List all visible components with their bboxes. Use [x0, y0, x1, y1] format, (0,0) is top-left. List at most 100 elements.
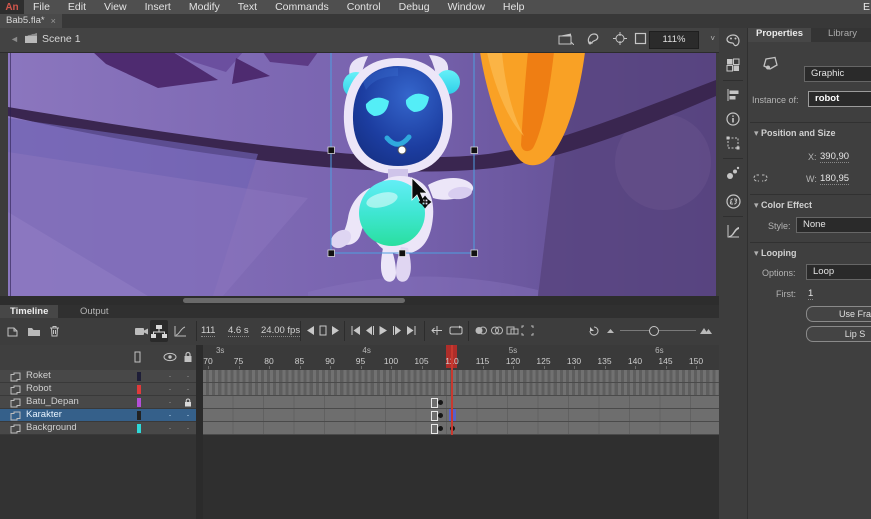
layer-frames-background[interactable] — [203, 422, 719, 435]
first-frame-value[interactable]: 1 — [808, 288, 813, 300]
layer-lock-icon[interactable] — [184, 398, 192, 407]
modify-markers-button[interactable] — [521, 325, 534, 336]
play-button[interactable] — [378, 325, 388, 336]
properties-tab-library[interactable]: Library — [820, 26, 865, 42]
layer-row-background[interactable]: Background ·· — [0, 422, 719, 435]
edit-symbols-icon[interactable] — [586, 32, 600, 45]
menu-item-view[interactable]: View — [95, 0, 136, 14]
layer-outline-color-swatch[interactable] — [137, 385, 141, 394]
transform-point[interactable] — [398, 146, 406, 154]
x-value[interactable]: 390,90 — [820, 151, 849, 163]
elapsed-time-value[interactable]: 4.6 s — [228, 325, 249, 337]
keyframe-dot[interactable] — [438, 426, 443, 431]
layer-outline-color-swatch[interactable] — [137, 411, 141, 420]
color-effect-section-header[interactable]: Color Effect — [754, 200, 812, 211]
frame-span-end-marker[interactable] — [431, 411, 438, 421]
scrollbar-thumb[interactable] — [183, 298, 405, 303]
motion-editor-panel-icon[interactable] — [726, 224, 740, 238]
keyframe-dot[interactable] — [438, 400, 443, 405]
swatches-panel-icon[interactable] — [726, 58, 740, 72]
layer-outline-color-swatch[interactable] — [137, 424, 141, 433]
menu-item-debug[interactable]: Debug — [390, 0, 439, 14]
layer-row-batu_depan[interactable]: Batu_Depan · — [0, 396, 719, 409]
layer-frames-robot[interactable] — [203, 383, 719, 396]
menu-item-file[interactable]: File — [24, 0, 59, 14]
menu-item-window[interactable]: Window — [439, 0, 494, 14]
layer-outline-color-swatch[interactable] — [137, 372, 141, 381]
current-frame-value[interactable]: 111 — [201, 325, 215, 337]
reset-timeline-zoom-button[interactable] — [588, 325, 600, 336]
looping-section-header[interactable]: Looping — [754, 248, 797, 259]
camera-button[interactable] — [134, 325, 149, 337]
playhead-line[interactable] — [451, 345, 453, 435]
align-panel-icon[interactable] — [726, 88, 740, 102]
position-size-section-header[interactable]: Position and Size — [754, 128, 836, 139]
layer-visibility-toggle[interactable]: · — [161, 396, 179, 408]
layer-parenting-button[interactable] — [150, 320, 168, 342]
layer-name[interactable]: Batu_Depan — [26, 396, 79, 408]
layer-visibility-toggle[interactable]: · — [161, 422, 179, 434]
zoom-in-timeline-icon[interactable] — [700, 325, 713, 336]
properties-tab-properties[interactable]: Properties — [748, 26, 811, 42]
cc-libraries-panel-icon[interactable] — [726, 194, 741, 209]
frame-span-end-marker[interactable] — [431, 424, 438, 434]
layer-name[interactable]: Roket — [26, 370, 51, 382]
stage-canvas[interactable] — [8, 52, 716, 296]
layer-name[interactable]: Background — [26, 422, 77, 434]
info-panel-icon[interactable] — [726, 112, 740, 126]
step-back-button[interactable] — [306, 325, 315, 336]
stage-horizontal-scrollbar[interactable] — [0, 296, 719, 305]
onion-skin-button[interactable] — [474, 325, 487, 336]
new-folder-button[interactable] — [27, 325, 41, 337]
link-width-height-icon[interactable] — [753, 172, 768, 184]
layer-frames-roket[interactable] — [203, 370, 719, 383]
menu-item-commands[interactable]: Commands — [266, 0, 338, 14]
layer-visibility-toggle[interactable]: · — [161, 409, 179, 421]
current-frame-marker-button[interactable] — [319, 325, 327, 336]
layer-lock-toggle[interactable]: · — [179, 383, 197, 395]
back-arrow-icon[interactable]: ◄ — [10, 34, 19, 44]
visibility-column-eye-icon[interactable] — [163, 352, 177, 362]
layer-row-roket[interactable]: Roket·· — [0, 370, 719, 383]
zoom-out-timeline-icon[interactable] — [606, 325, 615, 335]
layer-outline-color-swatch[interactable] — [137, 398, 141, 407]
frame-span-end-marker[interactable] — [431, 398, 438, 408]
color-style-select[interactable]: None — [796, 217, 871, 233]
menu-item-edit[interactable]: Edit — [59, 0, 95, 14]
layer-row-robot[interactable]: Robot·· — [0, 383, 719, 396]
step-back-one-frame-button[interactable] — [364, 325, 375, 336]
close-tab-icon[interactable]: × — [51, 14, 56, 28]
transform-panel-icon[interactable] — [726, 136, 740, 150]
scene-name[interactable]: Scene 1 — [42, 33, 81, 45]
use-frame-picker-button[interactable]: Use Fra — [806, 306, 871, 322]
menu-item-help[interactable]: Help — [494, 0, 534, 14]
go-to-first-frame-button[interactable] — [350, 325, 361, 336]
instance-name-field[interactable]: robot — [808, 91, 871, 107]
frame-rate-value[interactable]: 24.00 fps — [261, 325, 300, 337]
timeline-zoom-slider-thumb[interactable] — [649, 326, 659, 336]
layer-lock-toggle[interactable]: · — [179, 370, 197, 382]
outline-column-icon[interactable] — [134, 351, 141, 363]
step-forward-one-frame-button[interactable] — [392, 325, 403, 336]
color-panel-icon[interactable] — [726, 34, 740, 48]
center-playhead-button[interactable] — [431, 325, 443, 336]
stage-viewport[interactable] — [0, 52, 719, 296]
timeline-tab-output[interactable]: Output — [70, 305, 119, 318]
layer-lock-toggle[interactable]: · — [179, 422, 197, 434]
show-tween-graph-button[interactable] — [173, 325, 187, 337]
step-forward-button[interactable] — [331, 325, 340, 336]
loop-playback-button[interactable] — [449, 325, 463, 336]
symbol-type-select[interactable]: Graphic — [804, 66, 871, 82]
menu-item-insert[interactable]: Insert — [136, 0, 180, 14]
layer-name[interactable]: Robot — [26, 383, 51, 395]
zoom-dropdown-arrow[interactable]: ˅ — [710, 34, 715, 43]
menu-item-control[interactable]: Control — [338, 0, 390, 14]
center-stage-icon[interactable] — [613, 32, 627, 45]
menu-item-text[interactable]: Text — [229, 0, 266, 14]
lip-syncing-button[interactable]: Lip S — [806, 326, 871, 342]
timeline-tab-timeline[interactable]: Timeline — [0, 305, 58, 318]
edit-scene-icon[interactable] — [558, 32, 574, 45]
delete-layer-button[interactable] — [49, 325, 60, 337]
keyframe-dot[interactable] — [438, 413, 443, 418]
clip-content-icon[interactable] — [634, 32, 647, 45]
